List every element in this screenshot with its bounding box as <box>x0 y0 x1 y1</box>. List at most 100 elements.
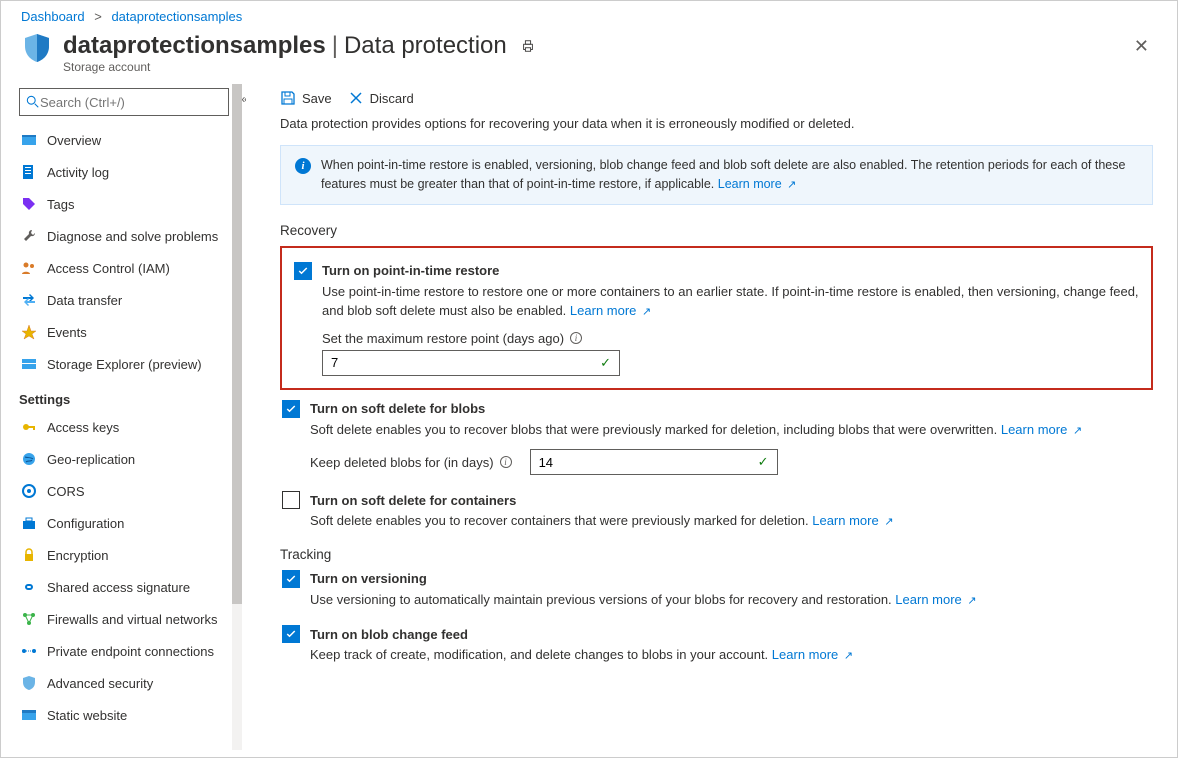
softdelete-blobs-title: Turn on soft delete for blobs <box>310 401 485 416</box>
chevron-right-icon: > <box>94 9 102 24</box>
valid-check-icon: ✓ <box>600 355 611 371</box>
search-icon <box>26 95 40 109</box>
sidebar-scrollbar[interactable] <box>232 84 242 750</box>
nav-label: Diagnose and solve problems <box>47 229 218 244</box>
softdelete-containers-checkbox[interactable] <box>282 491 300 509</box>
nav-access-control[interactable]: Access Control (IAM) <box>19 252 242 284</box>
softdelete-blobs-desc: Soft delete enables you to recover blobs… <box>310 422 997 437</box>
nav-encryption[interactable]: Encryption <box>19 539 242 571</box>
softdelete-blobs-days-input[interactable]: ✓ <box>530 449 778 475</box>
nav-advanced-security[interactable]: Advanced security <box>19 667 242 699</box>
toolbox-icon <box>21 515 37 531</box>
versioning-learn-more-link[interactable]: Learn more ↗ <box>895 592 976 607</box>
pitr-days-field[interactable] <box>331 355 600 370</box>
pitr-days-input[interactable]: ✓ <box>322 350 620 376</box>
lock-icon <box>21 547 37 563</box>
external-link-icon: ↗ <box>967 595 976 607</box>
main-content: Save Discard Data protection provides op… <box>256 84 1177 750</box>
print-icon[interactable] <box>521 32 535 60</box>
tracking-heading: Tracking <box>280 547 1153 562</box>
external-link-icon: ↗ <box>787 179 796 191</box>
discard-button[interactable]: Discard <box>348 90 414 106</box>
nav-label: Configuration <box>47 516 124 531</box>
changefeed-checkbox[interactable] <box>282 625 300 643</box>
collapse-sidebar-button[interactable]: « <box>241 92 246 106</box>
sidebar: « Overview Activity log Tags Diagnose an… <box>1 84 246 750</box>
softdelete-blobs-days-field[interactable] <box>539 455 758 470</box>
search-input[interactable] <box>19 88 229 116</box>
changefeed-title: Turn on blob change feed <box>310 627 468 642</box>
nav-geo-replication[interactable]: Geo-replication <box>19 443 242 475</box>
events-icon <box>21 324 37 340</box>
nav-private-endpoint[interactable]: Private endpoint connections <box>19 635 242 667</box>
info-banner: i When point-in-time restore is enabled,… <box>280 145 1153 205</box>
save-icon <box>280 90 296 106</box>
save-button[interactable]: Save <box>280 90 332 106</box>
nav-tags[interactable]: Tags <box>19 188 242 220</box>
softdelete-blobs-checkbox[interactable] <box>282 400 300 418</box>
info-tooltip-icon[interactable]: i <box>570 332 582 344</box>
people-icon <box>21 260 37 276</box>
pitr-field-label: Set the maximum restore point (days ago) <box>322 331 564 346</box>
breadcrumb: Dashboard > dataprotectionsamples <box>1 1 1177 28</box>
discard-icon <box>348 90 364 106</box>
nav-label: Firewalls and virtual networks <box>47 612 218 627</box>
nav-label: Encryption <box>47 548 108 563</box>
key-icon <box>21 419 37 435</box>
pitr-learn-more-link[interactable]: Learn more ↗ <box>570 303 651 318</box>
intro-text: Data protection provides options for rec… <box>280 116 1153 131</box>
external-link-icon: ↗ <box>1073 425 1082 437</box>
pitr-title: Turn on point-in-time restore <box>322 263 499 278</box>
softdelete-containers-learn-more-link[interactable]: Learn more ↗ <box>812 513 893 528</box>
external-link-icon: ↗ <box>642 306 651 318</box>
breadcrumb-current[interactable]: dataprotectionsamples <box>111 9 242 24</box>
page-name: Data protection <box>344 32 507 60</box>
versioning-title: Turn on versioning <box>310 571 427 586</box>
nav-cors[interactable]: CORS <box>19 475 242 507</box>
valid-check-icon: ✓ <box>758 454 769 470</box>
nav-label: Access keys <box>47 420 119 435</box>
versioning-desc: Use versioning to automatically maintain… <box>310 592 892 607</box>
link-icon <box>21 579 37 595</box>
nav-label: Events <box>47 325 87 340</box>
search-field[interactable] <box>40 95 222 110</box>
external-link-icon: ↗ <box>844 650 853 662</box>
storage-icon <box>21 132 37 148</box>
nav-label: Data transfer <box>47 293 122 308</box>
softdelete-blobs-field-label: Keep deleted blobs for (in days) <box>310 455 494 470</box>
nav-label: Activity log <box>47 165 109 180</box>
changefeed-learn-more-link[interactable]: Learn more ↗ <box>772 647 853 662</box>
nav-events[interactable]: Events <box>19 316 242 348</box>
nav-storage-explorer[interactable]: Storage Explorer (preview) <box>19 348 242 380</box>
nav-configuration[interactable]: Configuration <box>19 507 242 539</box>
nav-access-keys[interactable]: Access keys <box>19 411 242 443</box>
versioning-checkbox[interactable] <box>282 570 300 588</box>
softdelete-blobs-learn-more-link[interactable]: Learn more ↗ <box>1001 422 1082 437</box>
nav-label: Access Control (IAM) <box>47 261 170 276</box>
info-tooltip-icon[interactable]: i <box>500 456 512 468</box>
recovery-heading: Recovery <box>280 223 1153 238</box>
nav-diagnose[interactable]: Diagnose and solve problems <box>19 220 242 252</box>
endpoint-icon <box>21 643 37 659</box>
nav-label: Private endpoint connections <box>47 644 214 659</box>
nav-label: CORS <box>47 484 85 499</box>
pitr-checkbox[interactable] <box>294 262 312 280</box>
softdelete-containers-title: Turn on soft delete for containers <box>310 493 516 508</box>
close-button[interactable]: ✕ <box>1126 32 1157 61</box>
softdelete-containers-desc: Soft delete enables you to recover conta… <box>310 513 809 528</box>
info-learn-more-link[interactable]: Learn more ↗ <box>718 177 797 191</box>
nav-static-website[interactable]: Static website <box>19 699 242 731</box>
explorer-icon <box>21 356 37 372</box>
changefeed-desc: Keep track of create, modification, and … <box>310 647 768 662</box>
log-icon <box>21 164 37 180</box>
wrench-icon <box>21 228 37 244</box>
nav-sas[interactable]: Shared access signature <box>19 571 242 603</box>
nav-data-transfer[interactable]: Data transfer <box>19 284 242 316</box>
external-link-icon: ↗ <box>884 516 893 528</box>
nav-overview[interactable]: Overview <box>19 124 242 156</box>
pitr-highlight: Turn on point-in-time restore Use point-… <box>280 246 1153 390</box>
breadcrumb-root[interactable]: Dashboard <box>21 9 85 24</box>
nav-activity-log[interactable]: Activity log <box>19 156 242 188</box>
nav-firewalls[interactable]: Firewalls and virtual networks <box>19 603 242 635</box>
info-icon: i <box>295 158 311 174</box>
